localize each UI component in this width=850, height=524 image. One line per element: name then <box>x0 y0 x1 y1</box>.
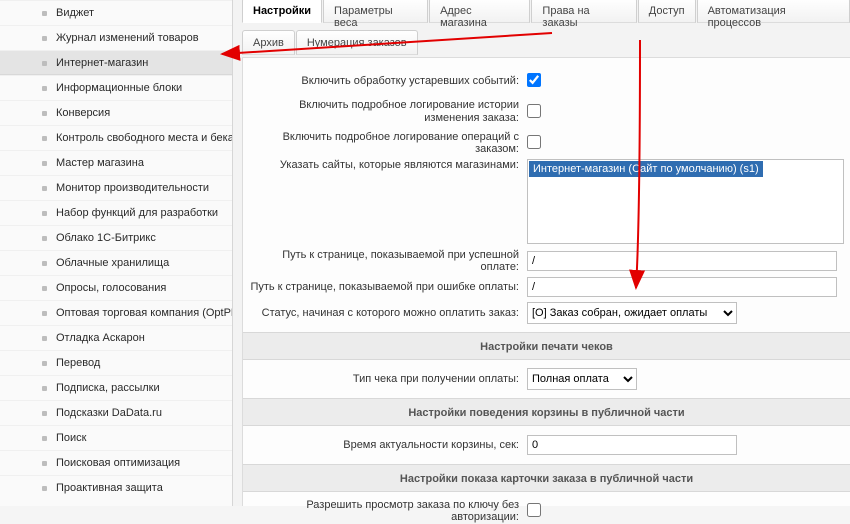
success-path-label: Путь к странице, показываемой при успешн… <box>243 249 525 273</box>
section-checks: Настройки печати чеков <box>243 332 850 360</box>
sidebar-item[interactable]: Оптовая торговая компания (OptPRO) <box>0 300 232 325</box>
legacy-events-checkbox[interactable] <box>527 73 541 87</box>
check-type-select[interactable]: Полная оплата <box>527 368 637 390</box>
section-order-card: Настройки показа карточки заказа в публи… <box>243 464 850 492</box>
tab[interactable]: Доступ <box>638 0 696 23</box>
tab[interactable]: Адрес магазина <box>429 0 530 23</box>
verbose-order-ops-label: Включить подробное логирование операций … <box>243 131 525 155</box>
sidebar-item[interactable]: Набор функций для разработки <box>0 200 232 225</box>
sidebar-item[interactable]: Конверсия <box>0 100 232 125</box>
sidebar-item[interactable]: Информационные блоки <box>0 75 232 100</box>
sidebar-item[interactable]: Поисковая оптимизация <box>0 450 232 475</box>
sidebar-item[interactable]: Облачные хранилища <box>0 250 232 275</box>
settings-panel: Включить обработку устаревших событий: В… <box>242 57 850 506</box>
legacy-events-label: Включить обработку устаревших событий: <box>243 75 525 87</box>
sites-listbox-item[interactable]: Интернет-магазин (Сайт по умолчанию) (s1… <box>529 161 763 177</box>
sidebar-item[interactable]: Опросы, голосования <box>0 275 232 300</box>
sidebar-item[interactable]: Облако 1С-Битрикс <box>0 225 232 250</box>
tabs-secondary: АрхивНумерация заказов <box>242 30 418 57</box>
success-path-input[interactable] <box>527 251 837 271</box>
sidebar-item[interactable]: Проактивная защита <box>0 475 232 500</box>
sidebar-item[interactable]: Виджет <box>0 0 232 25</box>
check-type-label: Тип чека при получении оплаты: <box>243 373 525 385</box>
verbose-order-ops-checkbox[interactable] <box>527 135 541 149</box>
tabs-primary: НастройкиПараметры весаАдрес магазинаПра… <box>242 0 850 25</box>
sidebar-item[interactable]: Подсказки DaData.ru <box>0 400 232 425</box>
sidebar-item[interactable]: Отладка Аскарон <box>0 325 232 350</box>
allow-key-view-checkbox[interactable] <box>527 503 541 517</box>
pay-status-label: Статус, начиная с которого можно оплатит… <box>243 307 525 319</box>
sidebar-item[interactable]: Журнал изменений товаров <box>0 25 232 50</box>
fail-path-label: Путь к странице, показываемой при ошибке… <box>243 281 525 293</box>
tab[interactable]: Архив <box>242 30 295 55</box>
verbose-order-history-checkbox[interactable] <box>527 104 541 118</box>
sidebar-item[interactable]: Интернет-магазин <box>0 50 232 75</box>
sidebar-item[interactable]: Поиск <box>0 425 232 450</box>
tab[interactable]: Права на заказы <box>531 0 636 23</box>
fail-path-input[interactable] <box>527 277 837 297</box>
sidebar-item[interactable]: Контроль свободного места и бекапов <box>0 125 232 150</box>
sidebar-item[interactable]: Перевод <box>0 350 232 375</box>
pay-status-select[interactable]: [O] Заказ собран, ожидает оплаты <box>527 302 737 324</box>
tab[interactable]: Настройки <box>242 0 322 23</box>
main-panel: НастройкиПараметры весаАдрес магазинаПра… <box>233 0 850 506</box>
section-cart: Настройки поведения корзины в публичной … <box>243 398 850 426</box>
tab[interactable]: Параметры веса <box>323 0 428 23</box>
sidebar-item[interactable]: Подписка, рассылки <box>0 375 232 400</box>
sidebar-item[interactable]: Мастер магазина <box>0 150 232 175</box>
sites-listbox[interactable]: Интернет-магазин (Сайт по умолчанию) (s1… <box>527 159 844 244</box>
tab[interactable]: Нумерация заказов <box>296 30 418 55</box>
sidebar-item[interactable]: Монитор производительности <box>0 175 232 200</box>
allow-key-view-label: Разрешить просмотр заказа по ключу без а… <box>243 499 525 523</box>
sidebar: ВиджетЖурнал изменений товаровИнтернет-м… <box>0 0 233 506</box>
tab[interactable]: Автоматизация процессов <box>697 0 850 23</box>
cart-ttl-input[interactable] <box>527 435 737 455</box>
verbose-order-history-label: Включить подробное логирование истории и… <box>243 99 525 125</box>
cart-ttl-label: Время актуальности корзины, сек: <box>243 439 525 451</box>
sites-label: Указать сайты, которые являются магазина… <box>243 159 525 171</box>
